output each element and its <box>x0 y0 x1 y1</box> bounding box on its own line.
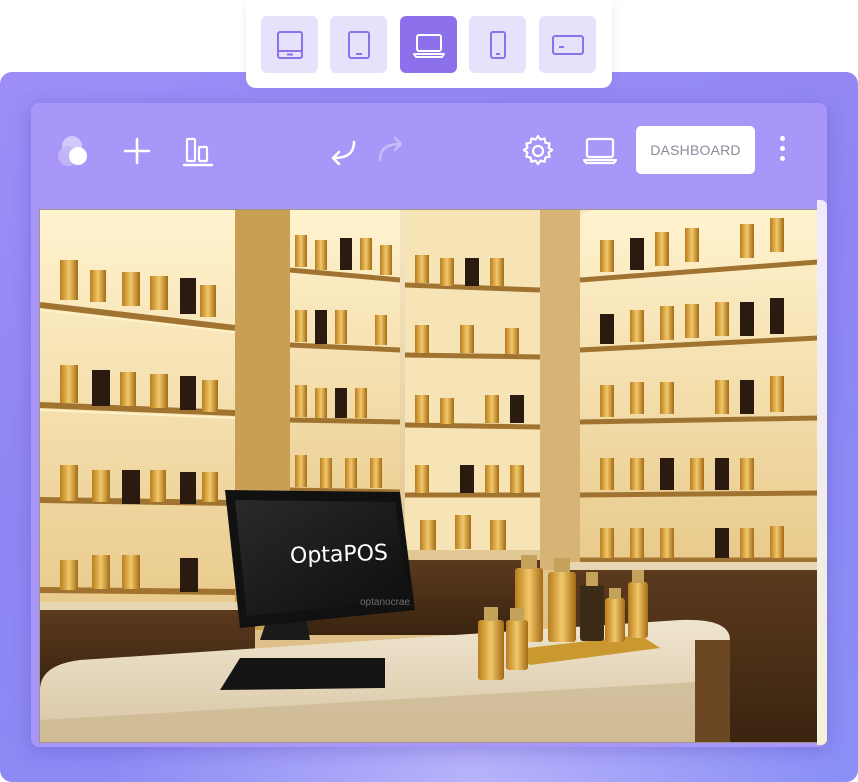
undo-arrow-icon <box>331 140 356 166</box>
device-mobile-button[interactable] <box>469 16 526 73</box>
pos-brand-text: optanocrae <box>360 597 410 608</box>
gear-icon <box>522 134 554 166</box>
editor-toolbar: DASHBOARD <box>31 103 827 199</box>
preview-device-button[interactable] <box>581 133 619 169</box>
device-desktop-button[interactable] <box>261 16 318 73</box>
canvas-edge <box>817 200 827 745</box>
preview-canvas[interactable]: OptaPOS optanocrae <box>39 209 819 743</box>
mobile-portrait-icon <box>489 30 506 59</box>
device-tablet-landscape-button[interactable] <box>539 16 596 73</box>
kebab-menu-icon[interactable] <box>776 136 788 166</box>
undo-button[interactable] <box>324 135 358 167</box>
device-tablet-button[interactable] <box>330 16 387 73</box>
add-button[interactable] <box>121 135 153 167</box>
tablet-portrait-icon <box>347 30 370 59</box>
tablet-landscape-icon <box>551 34 584 55</box>
dashboard-button[interactable]: DASHBOARD <box>636 126 755 174</box>
laptop-icon <box>582 137 618 165</box>
pos-screen-text: OptaPOS <box>290 541 389 569</box>
logo-icon[interactable] <box>57 133 93 169</box>
align-button[interactable] <box>181 135 215 169</box>
plus-icon <box>123 137 151 165</box>
redo-arrow-icon <box>378 136 403 162</box>
device-switcher <box>246 0 612 88</box>
device-laptop-button[interactable] <box>400 16 457 73</box>
desktop-monitor-icon <box>276 30 303 59</box>
align-bottom-icon <box>182 137 214 167</box>
redo-button[interactable] <box>376 135 410 167</box>
overlapping-circles-icon <box>58 136 87 166</box>
settings-button[interactable] <box>519 132 557 170</box>
laptop-icon <box>412 33 445 58</box>
store-photo: OptaPOS optanocrae <box>40 210 818 742</box>
